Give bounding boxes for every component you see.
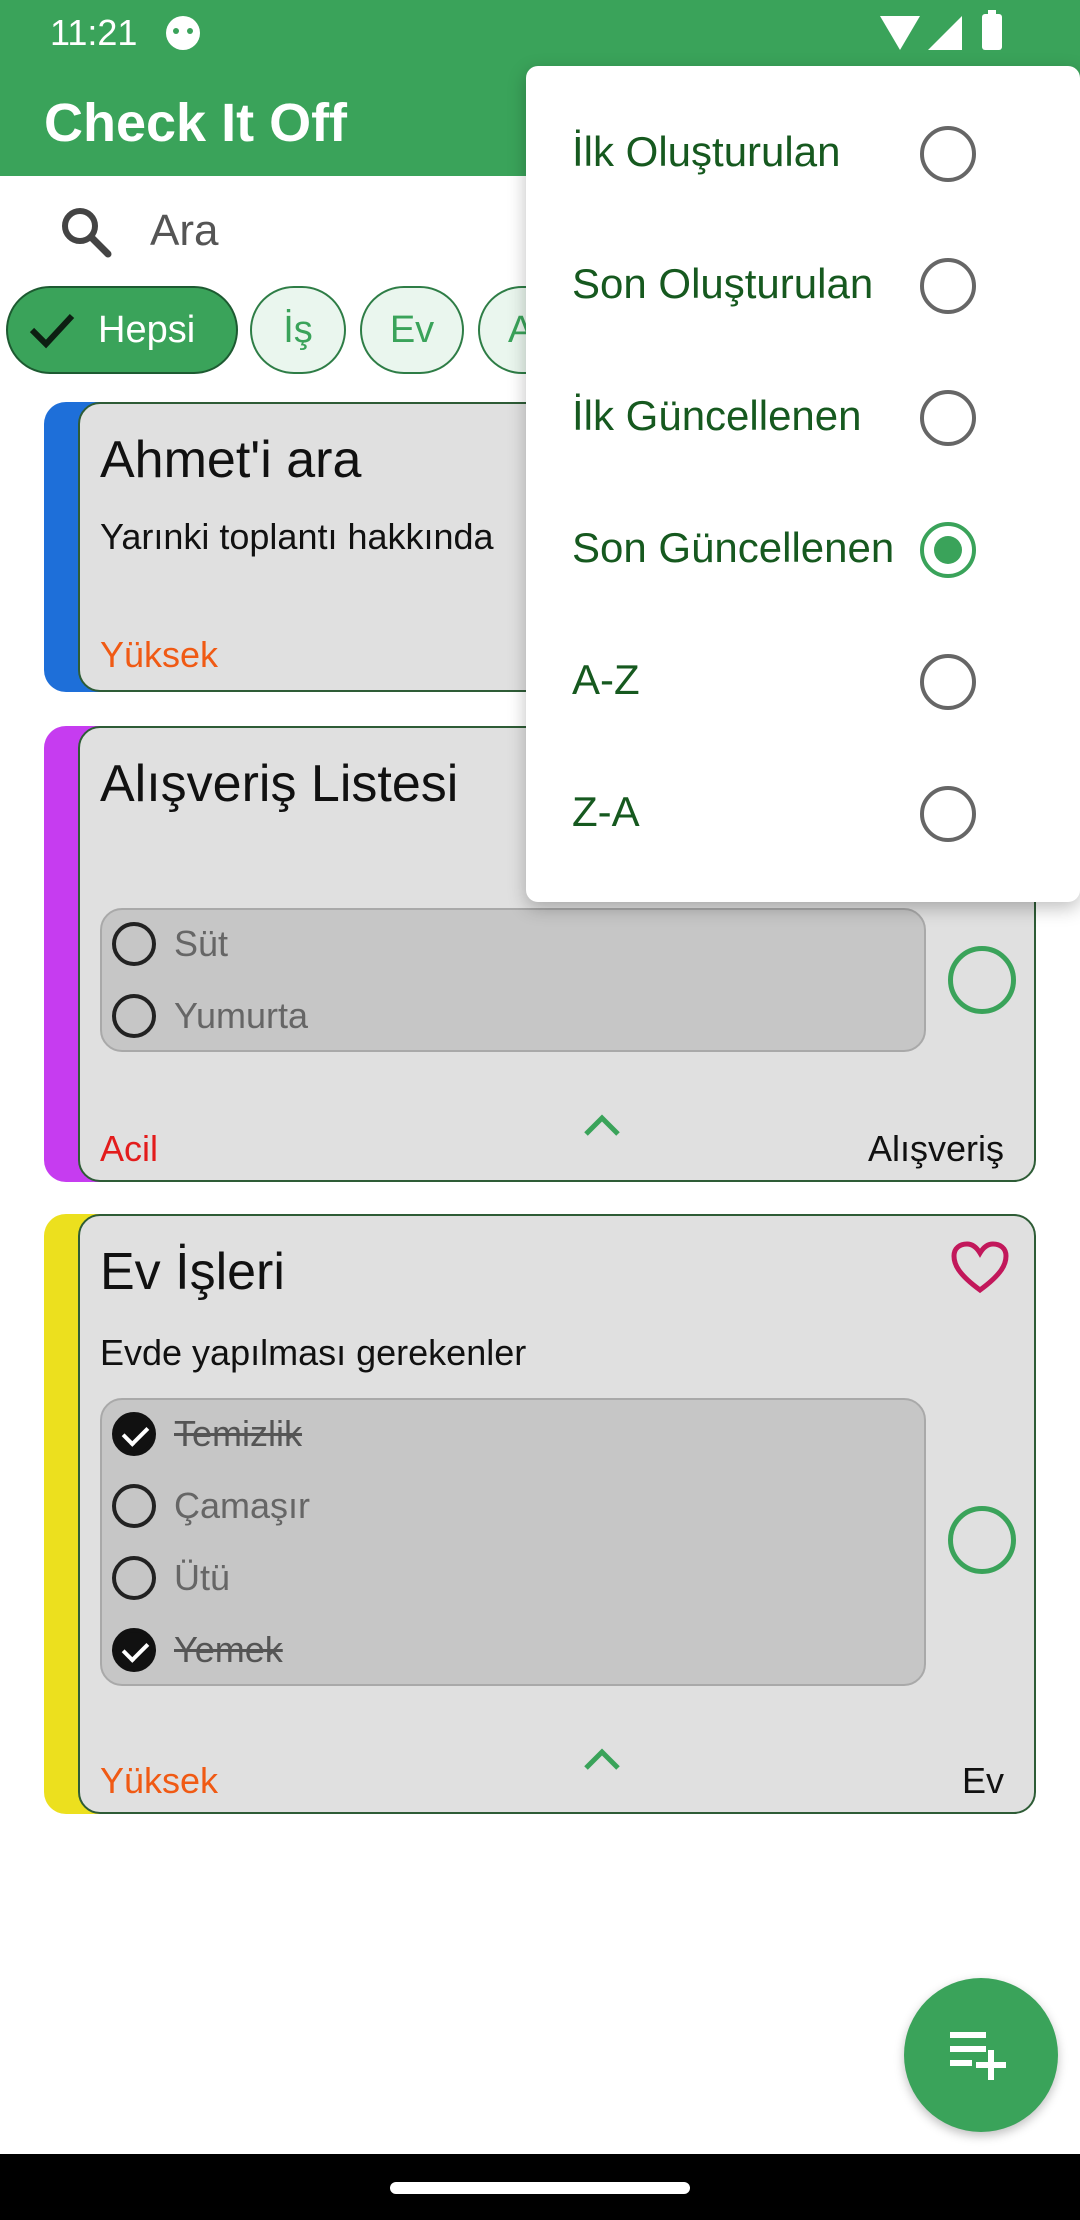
add-note-button[interactable] bbox=[904, 1978, 1058, 2132]
system-navigation-bar bbox=[0, 2154, 1080, 2220]
checklist-item-text: Çamaşır bbox=[174, 1485, 311, 1526]
note-title: Ev İşleri bbox=[100, 1243, 285, 1301]
sort-option-first-created[interactable]: İlk Oluşturulan bbox=[526, 88, 1080, 220]
mark-done-button[interactable] bbox=[948, 946, 1016, 1014]
screen: 11:21 Check It Off Hepsi İş Ev A bbox=[0, 0, 1080, 2220]
note-priority: Acil bbox=[100, 1128, 159, 1169]
checked-checkbox-icon[interactable] bbox=[112, 1412, 156, 1456]
collapse-chevron-icon[interactable] bbox=[582, 1114, 622, 1138]
checklist-item-text: Yumurta bbox=[174, 995, 309, 1036]
checkbox-icon[interactable] bbox=[112, 1556, 156, 1600]
checklist-item[interactable]: Temizlik bbox=[112, 1404, 302, 1464]
sort-option-z-a[interactable]: Z-A bbox=[526, 748, 1080, 880]
radio-button[interactable] bbox=[920, 126, 976, 182]
radio-button[interactable] bbox=[920, 786, 976, 842]
sort-option-last-updated[interactable]: Son Güncellenen bbox=[526, 484, 1080, 616]
radio-button-selected[interactable] bbox=[920, 522, 976, 578]
wifi-icon bbox=[880, 16, 920, 50]
note-card[interactable]: Ev İşleri Evde yapılması gerekenler Temi… bbox=[44, 1214, 1036, 1814]
sort-option-first-updated[interactable]: İlk Güncellenen bbox=[526, 352, 1080, 484]
note-description: Yarınki toplantı hakkında bbox=[100, 516, 494, 557]
chip-label: İş bbox=[283, 308, 313, 351]
chip-label: Hepsi bbox=[98, 308, 196, 351]
status-time: 11:21 bbox=[50, 12, 138, 53]
battery-icon bbox=[982, 10, 1002, 50]
sort-option-a-z[interactable]: A-Z bbox=[526, 616, 1080, 748]
sort-option-label: İlk Oluşturulan bbox=[572, 128, 841, 175]
sort-option-label: Z-A bbox=[572, 788, 640, 835]
note-checklist: Temizlik Çamaşır Ütü Yemek bbox=[100, 1398, 926, 1686]
checklist-item[interactable]: Yumurta bbox=[112, 986, 308, 1046]
sort-option-label: İlk Güncellenen bbox=[572, 392, 862, 439]
sort-option-label: Son Oluşturulan bbox=[572, 260, 874, 307]
favorite-heart-icon[interactable] bbox=[950, 1240, 1010, 1296]
checklist-item-text: Yemek bbox=[174, 1629, 283, 1670]
radio-button[interactable] bbox=[920, 390, 976, 446]
checked-checkbox-icon[interactable] bbox=[112, 1628, 156, 1672]
chip-all[interactable]: Hepsi bbox=[6, 286, 238, 374]
playlist-add-icon bbox=[950, 2032, 1006, 2080]
checkbox-icon[interactable] bbox=[112, 922, 156, 966]
note-priority: Yüksek bbox=[100, 1760, 219, 1801]
checklist-item[interactable]: Çamaşır bbox=[112, 1476, 310, 1536]
checklist-item-text: Temizlik bbox=[174, 1413, 303, 1454]
radio-button[interactable] bbox=[920, 654, 976, 710]
mark-done-button[interactable] bbox=[948, 1506, 1016, 1574]
sort-option-last-created[interactable]: Son Oluşturulan bbox=[526, 220, 1080, 352]
collapse-chevron-icon[interactable] bbox=[582, 1748, 622, 1772]
checklist-item-text: Süt bbox=[174, 923, 229, 964]
chip-label: Ev bbox=[389, 308, 435, 351]
chip-work[interactable]: İş bbox=[250, 286, 346, 374]
sort-option-label: Son Güncellenen bbox=[572, 524, 895, 571]
checklist-item[interactable]: Ütü bbox=[112, 1548, 230, 1608]
checklist-item[interactable]: Yemek bbox=[112, 1620, 283, 1680]
note-checklist: Süt Yumurta bbox=[100, 908, 926, 1052]
sort-menu: İlk Oluşturulan Son Oluşturulan İlk Günc… bbox=[526, 66, 1080, 902]
search-icon[interactable] bbox=[56, 202, 116, 262]
app-title: Check It Off bbox=[44, 93, 348, 153]
note-priority: Yüksek bbox=[100, 634, 219, 675]
checklist-item[interactable]: Süt bbox=[112, 914, 228, 974]
note-title: Alışveriş Listesi bbox=[100, 755, 459, 813]
chip-home[interactable]: Ev bbox=[360, 286, 464, 374]
notification-cat-icon bbox=[166, 16, 200, 50]
cellular-signal-icon bbox=[928, 16, 962, 50]
checkbox-icon[interactable] bbox=[112, 994, 156, 1038]
check-icon bbox=[29, 313, 75, 349]
checklist-item-text: Ütü bbox=[174, 1557, 231, 1598]
checkbox-icon[interactable] bbox=[112, 1484, 156, 1528]
note-category: Ev bbox=[961, 1760, 1004, 1801]
status-bar: 11:21 bbox=[0, 0, 1080, 66]
sort-option-label: A-Z bbox=[572, 656, 640, 703]
radio-button[interactable] bbox=[920, 258, 976, 314]
note-description: Evde yapılması gerekenler bbox=[100, 1332, 527, 1373]
note-title: Ahmet'i ara bbox=[100, 431, 362, 489]
home-gesture-handle[interactable] bbox=[390, 2182, 690, 2194]
note-category: Alışveriş bbox=[867, 1128, 1004, 1169]
note-body: Ev İşleri Evde yapılması gerekenler Temi… bbox=[78, 1214, 1036, 1814]
